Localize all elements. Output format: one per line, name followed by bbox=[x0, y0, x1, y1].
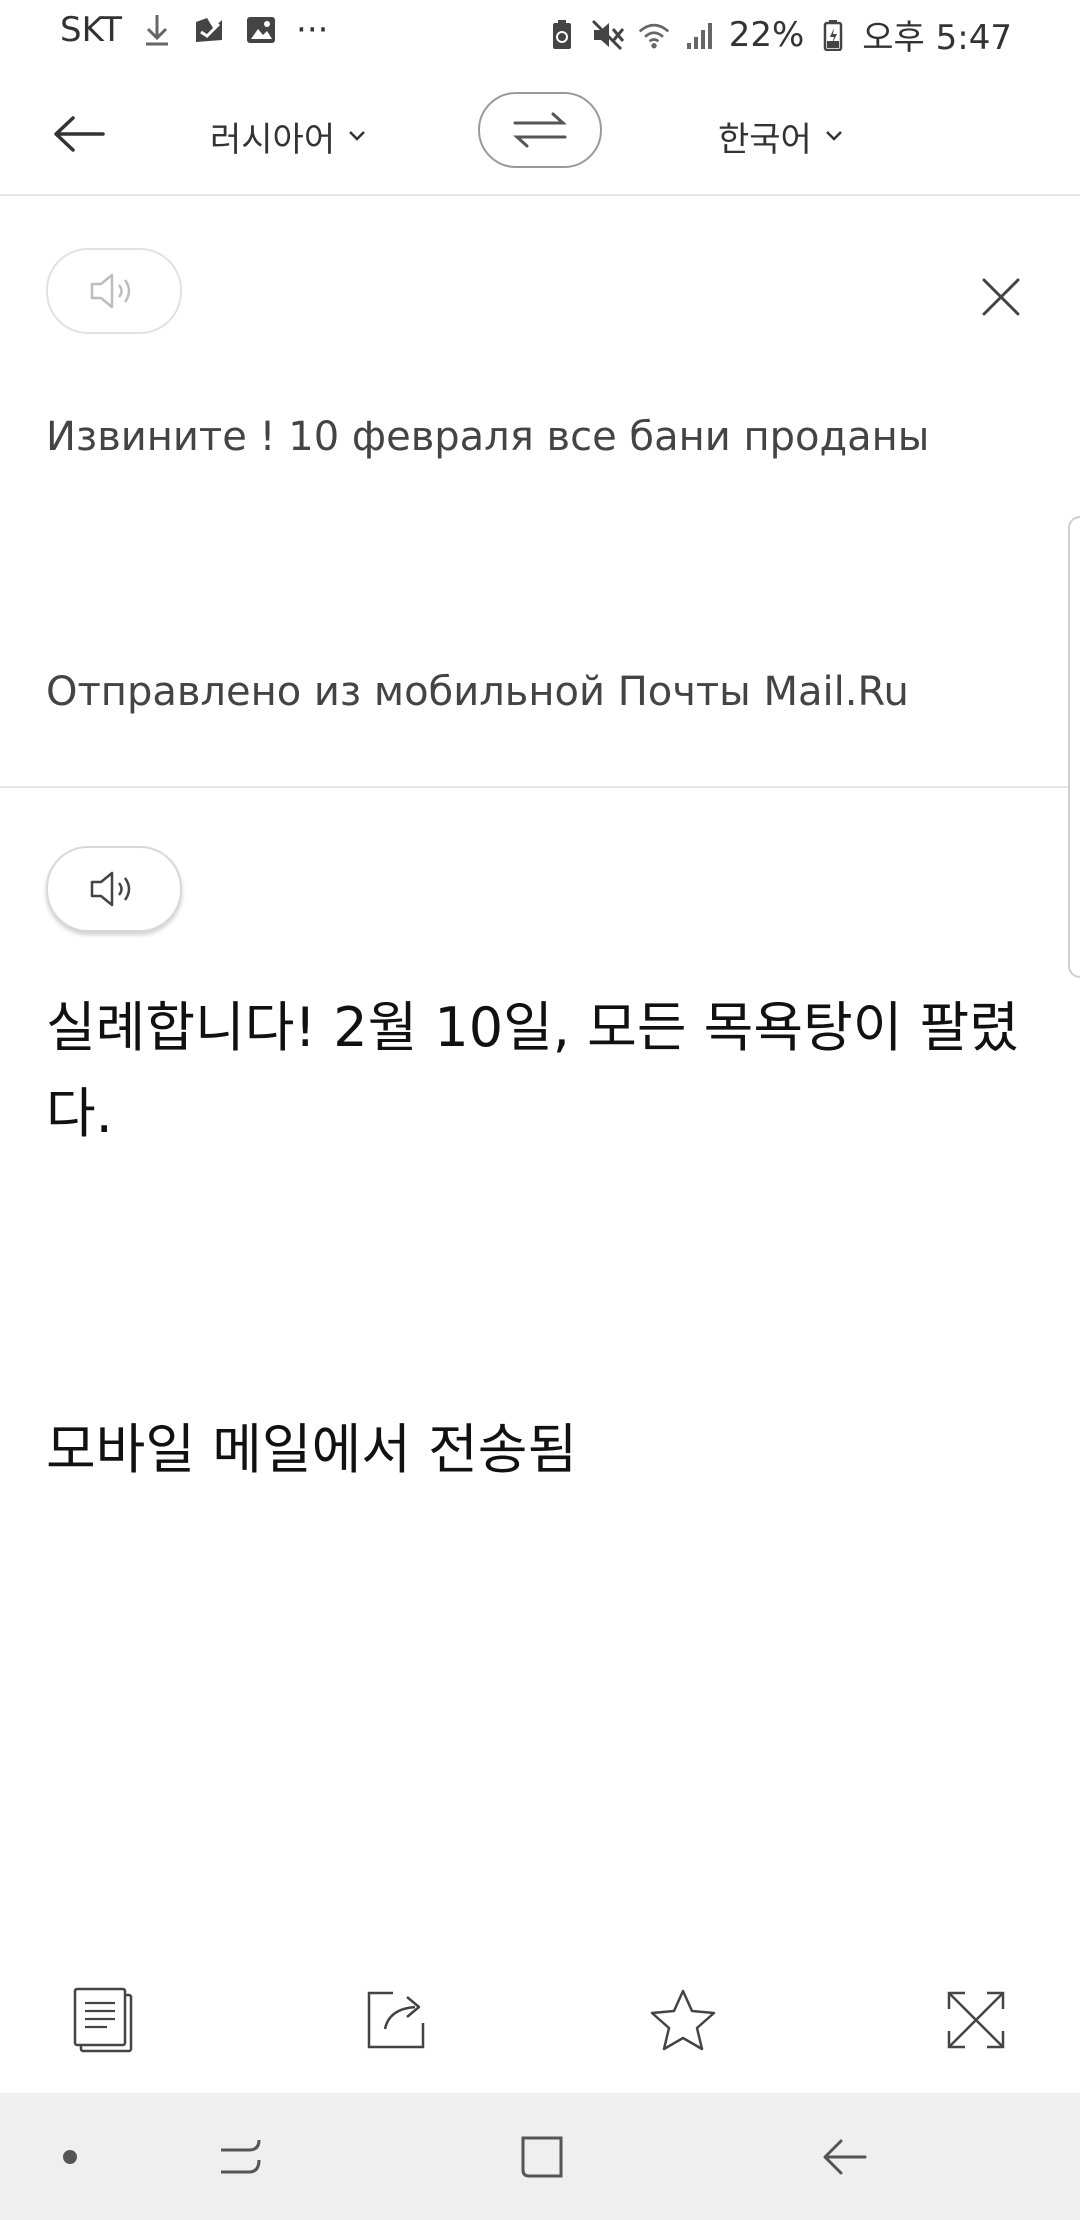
battery-icon bbox=[816, 18, 850, 52]
favorite-button[interactable] bbox=[643, 1980, 723, 2060]
share-icon bbox=[367, 1991, 425, 2049]
chevron-down-icon bbox=[825, 131, 842, 141]
recent-apps-button[interactable] bbox=[208, 2125, 272, 2189]
status-right: 22% 오후 5:47 bbox=[545, 10, 1012, 59]
more-notifications-icon: ··· bbox=[296, 10, 329, 50]
source-language-dropdown[interactable]: 러시아어 bbox=[210, 106, 367, 166]
status-left: SKT ··· bbox=[60, 10, 328, 50]
share-button[interactable] bbox=[356, 1980, 436, 2060]
translation-toolbar bbox=[0, 1960, 1080, 2090]
wifi-icon bbox=[637, 18, 671, 52]
recent-apps-icon bbox=[221, 2139, 261, 2174]
fullscreen-button[interactable] bbox=[936, 1980, 1016, 2060]
target-language-dropdown[interactable]: 한국어 bbox=[718, 106, 844, 166]
close-icon bbox=[982, 278, 1020, 316]
swap-languages-button[interactable] bbox=[478, 92, 602, 168]
arrow-left-icon bbox=[54, 116, 105, 152]
nav-dot-button[interactable] bbox=[38, 2125, 102, 2189]
fullscreen-icon bbox=[947, 1991, 1005, 2049]
status-bar: SKT ··· 22% 오후 5:47 bbox=[0, 0, 1080, 64]
system-navigation-bar bbox=[0, 2093, 1080, 2220]
source-text-panel: Извините ! 10 февраля все бани проданы О… bbox=[0, 196, 1080, 788]
panel-resize-handle[interactable] bbox=[1068, 516, 1080, 978]
battery-saver-icon bbox=[545, 18, 579, 52]
speaker-icon bbox=[90, 273, 131, 309]
translator-header: 러시아어 한국어 bbox=[0, 64, 1080, 196]
chevron-down-icon bbox=[349, 131, 366, 141]
back-arrow-icon bbox=[823, 2139, 867, 2175]
source-language-label: 러시아어 bbox=[210, 119, 336, 160]
translated-text-line: 모바일 메일에서 전송됨 bbox=[46, 1418, 578, 1481]
swap-icon bbox=[513, 112, 567, 148]
target-language-label: 한국어 bbox=[718, 119, 812, 160]
star-icon bbox=[650, 1989, 716, 2051]
signal-icon bbox=[683, 18, 717, 52]
copy-button[interactable] bbox=[64, 1980, 144, 2060]
source-text-line[interactable]: Отправлено из мобильной Почты Mail.Ru bbox=[46, 669, 909, 715]
battery-percent: 22% bbox=[728, 14, 805, 55]
image-icon bbox=[244, 13, 278, 47]
download-icon bbox=[140, 13, 174, 47]
back-button[interactable] bbox=[44, 104, 114, 164]
back-nav-button[interactable] bbox=[812, 2125, 876, 2189]
carrier-label: SKT bbox=[60, 10, 123, 50]
home-icon bbox=[521, 2136, 563, 2178]
translated-text-line: 실례합니다! 2월 10일, 모든 목욕탕이 팔렸다. bbox=[46, 996, 1019, 1145]
speaker-icon bbox=[90, 871, 131, 907]
mute-icon bbox=[591, 18, 625, 52]
dot-icon bbox=[63, 2150, 77, 2164]
source-speak-button[interactable] bbox=[46, 248, 182, 334]
clear-text-button[interactable] bbox=[972, 268, 1030, 326]
source-text-line[interactable]: Извините ! 10 февраля все бани проданы bbox=[46, 414, 929, 460]
home-button[interactable] bbox=[510, 2125, 574, 2189]
maps-icon bbox=[192, 13, 226, 47]
copy-icon bbox=[73, 1987, 133, 2053]
translation-speak-button[interactable] bbox=[46, 846, 182, 932]
clock: 오후 5:47 bbox=[862, 18, 1012, 58]
